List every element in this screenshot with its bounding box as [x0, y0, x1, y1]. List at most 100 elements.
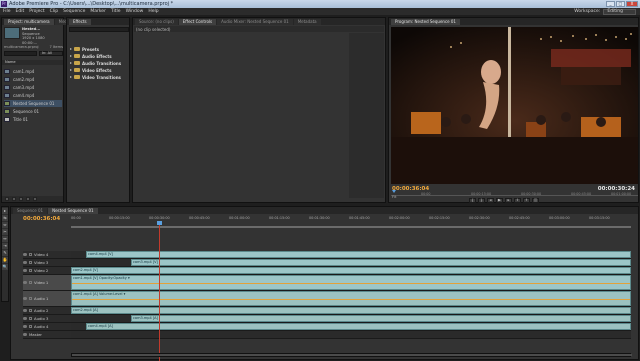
project-item-cam2[interactable]: cam2.mp4 [4, 76, 62, 83]
timeline-clip[interactable]: cam4.mp4 [A] [86, 323, 631, 330]
project-item-cam1[interactable]: cam1.mp4 [4, 68, 62, 75]
new-item-button[interactable] [26, 197, 30, 201]
track-header-audio-4[interactable]: Audio 4 [23, 323, 71, 331]
eye-icon[interactable] [23, 261, 27, 264]
program-ruler[interactable]: 00:00 00:00:15:00 00:00:30:00 00:00:45:0… [391, 190, 638, 196]
effects-folder-video-effects[interactable]: Video Effects [70, 67, 111, 73]
opacity-rubber-band[interactable] [72, 283, 630, 285]
timeline-clip[interactable]: cam1.mp4 [V] Opacity:Opacity ▾ [71, 275, 631, 290]
menu-file[interactable]: File [3, 9, 11, 14]
step-forward-button[interactable]: ▸ [505, 198, 512, 203]
project-item-sequence-01[interactable]: Sequence 01 [4, 108, 62, 115]
lock-icon[interactable] [29, 309, 32, 312]
track-header-master[interactable]: Master [23, 331, 71, 339]
play-button[interactable]: ▶ [496, 198, 503, 203]
timeline-clip[interactable]: cam3.mp4 [V] [131, 259, 631, 266]
expand-arrow-icon[interactable] [70, 76, 72, 78]
step-back-button[interactable]: ◂ [487, 198, 494, 203]
track-lane-audio-1[interactable]: cam1.mp4 [A] Volume:Level ▾ [71, 291, 631, 307]
effects-search-input[interactable] [69, 27, 129, 32]
hand-tool-icon[interactable]: ✋ [2, 257, 8, 263]
minimize-button[interactable]: _ [606, 1, 615, 7]
extract-button[interactable]: ⇪ [523, 198, 530, 203]
expand-arrow-icon[interactable] [70, 62, 72, 64]
track-header-audio-1[interactable]: Audio 1 [23, 291, 71, 307]
track-header-video-2[interactable]: Video 2 [23, 267, 71, 275]
effects-folder-audio-effects[interactable]: Audio Effects [70, 53, 112, 59]
menu-clip[interactable]: Clip [50, 9, 59, 14]
speaker-icon[interactable] [23, 297, 27, 300]
track-lane-audio-4[interactable]: cam4.mp4 [A] [71, 323, 631, 331]
timeline-timecode[interactable]: 00:00:36:04 [23, 216, 60, 222]
tab-source[interactable]: Source: (no clips) [135, 19, 178, 25]
lock-icon[interactable] [29, 297, 32, 300]
track-lane-video-4[interactable]: cam4.mp4 [V] [71, 251, 631, 259]
menu-help[interactable]: Help [148, 9, 158, 14]
program-playhead[interactable] [392, 190, 396, 193]
razor-tool-icon[interactable]: ✂ [2, 229, 8, 235]
tab-audio-mixer[interactable]: Audio Mixer: Nested Sequence 01 [217, 19, 293, 25]
tab-project[interactable]: Project: multicamera [4, 19, 54, 25]
program-video-frame[interactable] [391, 27, 638, 184]
expand-arrow-icon[interactable] [70, 69, 72, 71]
lift-button[interactable]: ⇧ [514, 198, 521, 203]
track-header-audio-3[interactable]: Audio 3 [23, 315, 71, 323]
project-item-nested-sequence[interactable]: Nested Sequence 01 [4, 100, 62, 107]
eye-icon[interactable] [23, 269, 27, 272]
effects-folder-video-transitions[interactable]: Video Transitions [70, 74, 121, 80]
project-search-input[interactable] [4, 51, 37, 56]
timeline-clip[interactable]: cam3.mp4 [A] [131, 315, 631, 322]
track-lane-video-3[interactable]: cam3.mp4 [V] [71, 259, 631, 267]
lock-icon[interactable] [29, 325, 32, 328]
tab-metadata[interactable]: Metadata [293, 19, 321, 25]
eye-icon[interactable] [23, 253, 27, 256]
project-search-in-dropdown[interactable]: In: All [39, 51, 63, 56]
track-lane-video-1[interactable]: cam1.mp4 [V] Opacity:Opacity ▾ [71, 275, 631, 291]
project-column-name[interactable]: Name [2, 60, 63, 65]
effects-folder-presets[interactable]: Presets [70, 46, 99, 52]
zoom-tool-icon[interactable]: 🔍 [2, 264, 8, 270]
timeline-playhead-line[interactable] [159, 221, 160, 361]
menu-project[interactable]: Project [29, 9, 44, 14]
maximize-button[interactable]: □ [616, 1, 625, 7]
menu-edit[interactable]: Edit [16, 9, 25, 14]
tab-effects[interactable]: Effects [69, 19, 91, 25]
close-button[interactable]: X [626, 1, 638, 7]
track-lane-master[interactable] [71, 331, 631, 339]
list-view-button[interactable] [5, 197, 9, 201]
timeline-clip[interactable]: cam4.mp4 [V] [86, 251, 631, 258]
menu-title[interactable]: Title [111, 9, 121, 14]
work-area-bar[interactable] [71, 226, 631, 228]
workspace-dropdown[interactable]: Editing [603, 8, 636, 15]
selection-tool-icon[interactable]: ▸ [2, 208, 8, 214]
scrollbar-thumb[interactable] [72, 354, 632, 356]
new-bin-button[interactable] [19, 197, 23, 201]
track-lane-video-2[interactable]: cam2.mp4 [V] [71, 267, 631, 275]
effect-controls-timeline[interactable] [349, 33, 384, 198]
track-header-audio-2[interactable]: Audio 2 [23, 307, 71, 315]
slip-tool-icon[interactable]: ↔ [2, 236, 8, 242]
expand-arrow-icon[interactable] [70, 48, 72, 50]
volume-rubber-band[interactable] [72, 299, 630, 301]
speaker-icon[interactable] [23, 309, 27, 312]
tab-effect-controls[interactable]: Effect Controls [178, 19, 217, 25]
lock-icon[interactable] [29, 269, 32, 272]
timeline-playhead[interactable] [157, 221, 162, 225]
eye-icon[interactable] [23, 281, 27, 284]
project-item-cam4[interactable]: cam4.mp4 [4, 92, 62, 99]
timeline-clip[interactable]: cam2.mp4 [A] [71, 307, 631, 314]
slide-tool-icon[interactable]: ⇥ [2, 243, 8, 249]
zoom-fit-dropdown[interactable]: Fit [392, 194, 396, 199]
effects-folder-audio-transitions[interactable]: Audio Transitions [70, 60, 121, 66]
timeline-clip[interactable]: cam2.mp4 [V] [71, 267, 631, 274]
track-lane-audio-3[interactable]: cam3.mp4 [A] [71, 315, 631, 323]
mark-in-button[interactable]: { [469, 198, 476, 203]
timeline-clip[interactable]: cam1.mp4 [A] Volume:Level ▾ [71, 291, 631, 306]
clear-button[interactable] [33, 197, 37, 201]
mark-out-button[interactable]: } [478, 198, 485, 203]
track-header-video-4[interactable]: Video 4 [23, 251, 71, 259]
lock-icon[interactable] [29, 317, 32, 320]
speaker-icon[interactable] [23, 317, 27, 320]
track-select-tool-icon[interactable]: ⇆ [2, 215, 8, 221]
speaker-icon[interactable] [23, 325, 27, 328]
